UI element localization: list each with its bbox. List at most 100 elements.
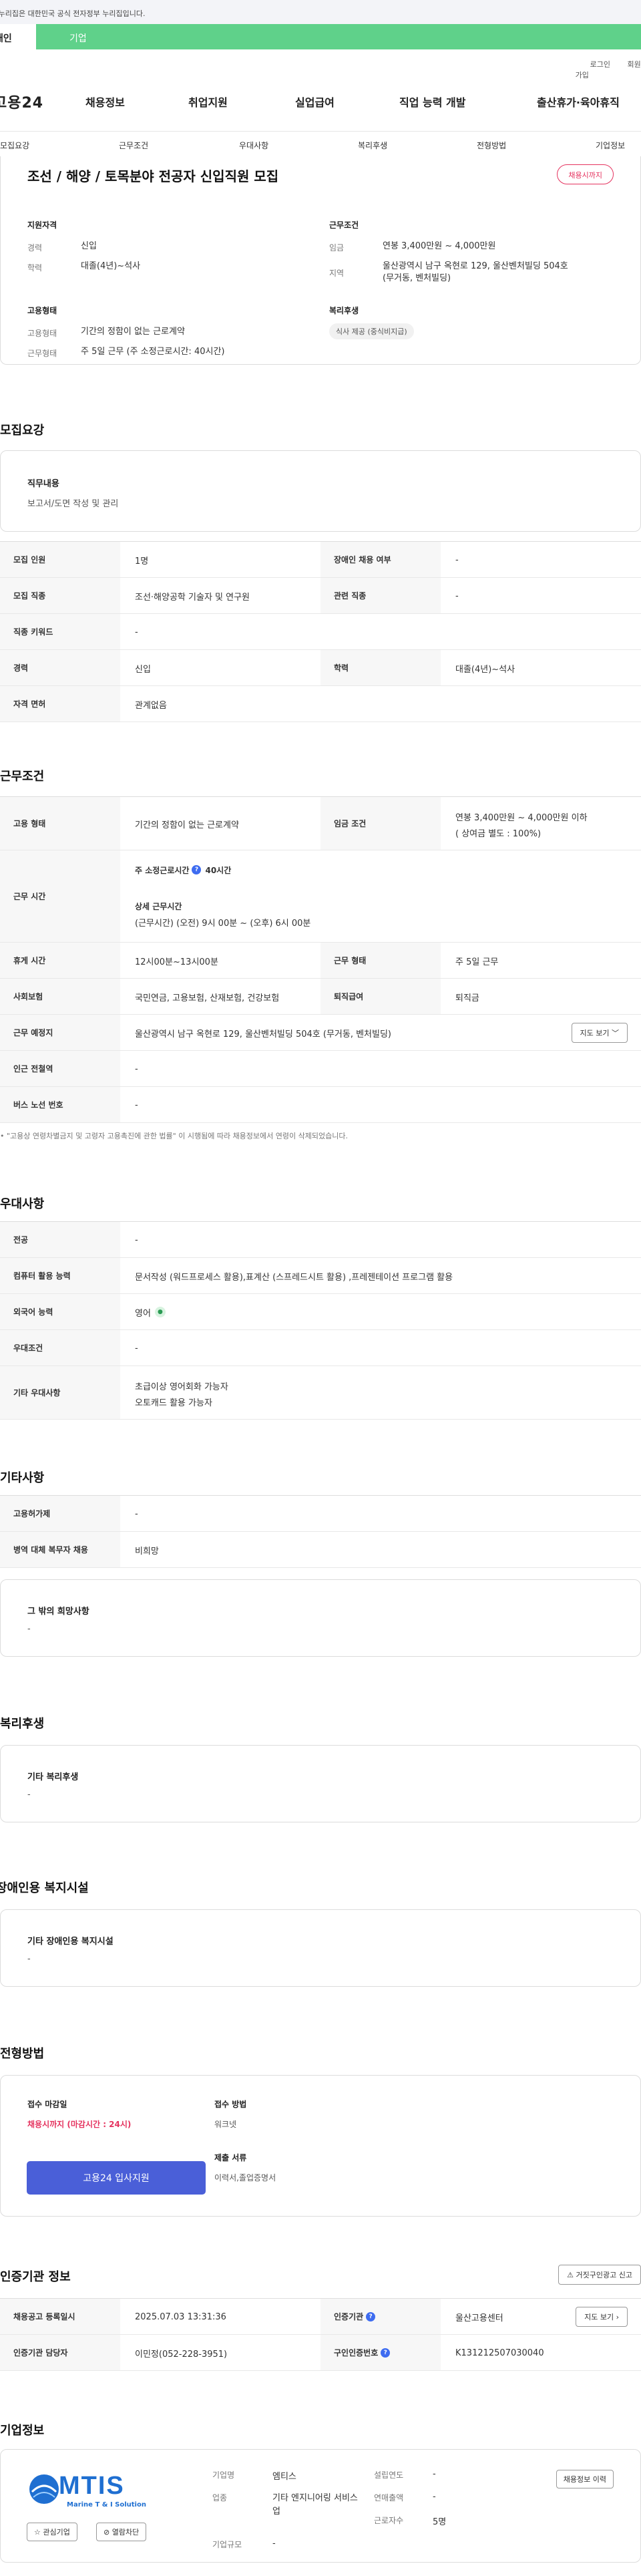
wage-row-note: ( 상여금 별도 : 100%) — [455, 828, 542, 839]
computer-value: 문서작성 (워드프로세스 활용),표계산 (스프레드시트 활용) ,프레젠테이션… — [135, 1272, 453, 1283]
military-label: 병역 대체 복무자 채용 — [0, 1532, 120, 1567]
cert-value: 울산고용센터 — [455, 2313, 503, 2323]
license-value: 관계없음 — [135, 700, 167, 711]
login-link[interactable]: 로그인 — [590, 60, 610, 69]
career-row-label: 경력 — [0, 650, 120, 685]
worktype-row-label: 근무 형태 — [320, 943, 441, 978]
job-title: 조선 / 해양 / 토목분야 전공자 신입직원 모집 — [27, 168, 279, 184]
break-value: 12시00분~13시00분 — [135, 957, 218, 967]
tab-company[interactable]: 기업 — [69, 31, 87, 45]
deadline-badge: 채용시까지 — [557, 164, 614, 184]
pref-etc-line2: 오토캐드 활용 가능자 — [135, 1398, 212, 1408]
table-row: 경력 신입 학력 대졸(4년)~석사 — [0, 650, 641, 686]
career-value: 신입 — [81, 241, 97, 251]
agency-section-title: 인증기관 정보 — [0, 2270, 71, 2284]
table-row: 인근 전철역 - — [0, 1051, 641, 1087]
weekly-hours: 주 소정근로시간 ? 40시간 — [135, 864, 231, 876]
cert-label: 인증기관 — [334, 2312, 364, 2321]
logo-text: MTIS — [59, 2472, 125, 2500]
hope-value: - — [27, 1624, 31, 1634]
table-row: 자격 면허 관계없음 — [0, 686, 641, 722]
disabled-facility-value: - — [27, 1954, 31, 1964]
reg-label: 채용공고 등록일시 — [0, 2299, 120, 2334]
gnb-item-jobs[interactable]: 채용정보 — [85, 94, 125, 110]
conditions-section-title: 근무조건 — [0, 770, 45, 784]
subnav-selection[interactable]: 전형방법 — [477, 140, 506, 151]
computer-label: 컴퓨터 활용 능력 — [0, 1258, 120, 1293]
agency-table: 채용공고 등록일시 2025.07.03 13:31:36 인증기관 ? 울산고… — [0, 2298, 641, 2371]
keyword-label: 직종 키워드 — [0, 614, 120, 649]
tab-personal[interactable]: 개인 — [0, 24, 36, 49]
cert-label-cell: 인증기관 ? — [320, 2299, 441, 2334]
welfare-section-title: 복리후생 — [0, 1717, 45, 1731]
headcount-value: 1명 — [135, 556, 149, 567]
disabled-facility-label: 기타 장애인용 복지시설 — [27, 1937, 114, 1947]
audience-tabs: 개인 기업 — [0, 24, 641, 49]
employ-permit-label: 고용허가제 — [0, 1496, 120, 1531]
welfare-chip: 식사 제공 (중식비지급) — [329, 323, 414, 339]
industry-label: 업종 — [212, 2493, 228, 2503]
info-icon[interactable]: ? — [381, 2348, 391, 2358]
worktype-label: 근무형태 — [27, 349, 57, 358]
history-button[interactable]: 채용정보 이력 — [556, 2470, 614, 2488]
subnav-company[interactable]: 기업정보 — [596, 140, 625, 151]
worktype-value: 주 5일 근무 (주 소정근로시간: 40시간) — [81, 347, 225, 357]
table-row: 근무 예정지 울산광역시 남구 옥현로 129, 울산벤처빌딩 504호 (무거… — [0, 1015, 641, 1051]
gnb-item-training[interactable]: 직업 능력 개발 — [399, 94, 465, 110]
info-icon[interactable]: ? — [192, 865, 202, 874]
level-icon[interactable]: ● — [154, 1307, 166, 1317]
table-row: 전공 - — [0, 1222, 641, 1258]
map-button[interactable]: 지도 보기 ﹀ — [571, 1023, 628, 1043]
disabled-facility-section-title: 장애인용 복지시설 — [0, 1881, 89, 1895]
detail-hours-label: 상세 근무시간 — [135, 901, 182, 911]
site-logo[interactable]: 고용24 — [0, 91, 43, 112]
table-row: 휴게 시간 12시00분~13시00분 근무 형태 주 5일 근무 — [0, 943, 641, 979]
block-view-button[interactable]: ⊘ 열람차단 — [96, 2523, 147, 2541]
num-label: 구인인증번호 — [334, 2348, 379, 2358]
gnb-item-employment-support[interactable]: 취업지원 — [188, 94, 228, 110]
agency-map-button[interactable]: 지도 보기 › — [576, 2307, 628, 2327]
gnb-item-parental-leave[interactable]: 출산휴가·육아휴직 — [537, 94, 620, 110]
career-row-value: 신입 — [135, 664, 151, 675]
subway-value: - — [135, 1064, 138, 1074]
detail-hours-value: (근무시간) (오전) 9시 00분 ~ (오후) 6시 00분 — [135, 918, 311, 929]
false-ad-report-button[interactable]: ⚠ 거짓구인광고 신고 — [558, 2265, 641, 2285]
edu-row-value: 대졸(4년)~석사 — [455, 664, 515, 675]
military-value: 비희망 — [135, 1546, 159, 1557]
emptype-row-label: 고용 형태 — [0, 797, 120, 850]
conditions-table: 고용 형태 기간의 정함이 없는 근로계약 임금 조건 연봉 3,400만원 ~… — [0, 796, 641, 1123]
subnav-welfare[interactable]: 복리후생 — [358, 140, 387, 151]
preference-table: 전공 - 컴퓨터 활용 능력 문서작성 (워드프로세스 활용),표계산 (스프레… — [0, 1221, 641, 1420]
subnav-recruit[interactable]: 모집요강 — [0, 140, 29, 151]
duty-label: 직무내용 — [27, 479, 59, 489]
subnav-conditions[interactable]: 근무조건 — [119, 140, 148, 151]
gnb-item-unemployment[interactable]: 실업급여 — [295, 94, 335, 110]
license-label: 자격 면허 — [0, 686, 120, 721]
disabled-label: 장애인 채용 여부 — [320, 542, 441, 577]
qualification-heading: 지원자격 — [27, 220, 57, 230]
reg-value: 2025.07.03 13:31:36 — [135, 2311, 226, 2322]
deadline-label: 접수 마감일 — [27, 2100, 67, 2109]
apply-button[interactable]: 고용24 입사지원 — [27, 2161, 206, 2195]
disabled-value: - — [455, 554, 459, 565]
education-value: 대졸(4년)~석사 — [81, 261, 141, 271]
info-icon[interactable]: ? — [366, 2311, 376, 2321]
preference-section-title: 우대사항 — [0, 1197, 45, 1211]
bus-label: 버스 노선 번호 — [0, 1087, 120, 1122]
major-label: 전공 — [0, 1222, 120, 1257]
company-name-value: 엠티스 — [272, 2472, 296, 2482]
subway-label: 인근 전철역 — [0, 1051, 120, 1086]
table-row: 인증기관 담당자 이민정(052-228-3951) 구인인증번호 ? K131… — [0, 2335, 641, 2371]
docs-value: 이력서,졸업증명서 — [214, 2173, 276, 2183]
table-row: 채용공고 등록일시 2025.07.03 13:31:36 인증기관 ? 울산고… — [0, 2299, 641, 2335]
block-icon: ⊘ — [103, 2528, 112, 2537]
weekly-hours-value: 40시간 — [205, 865, 232, 875]
subnav-preference[interactable]: 우대사항 — [239, 140, 268, 151]
interest-company-button[interactable]: ☆ 관심기업 — [27, 2523, 77, 2541]
deadline-value: 채용시까지 (마감시간 : 24시) — [27, 2120, 132, 2129]
area-label: 지역 — [329, 269, 345, 278]
company-name-label: 기업명 — [212, 2470, 235, 2480]
break-label: 휴게 시간 — [0, 943, 120, 978]
table-row: 고용 형태 기간의 정함이 없는 근로계약 임금 조건 연봉 3,400만원 ~… — [0, 797, 641, 850]
related-label: 관련 직종 — [320, 578, 441, 613]
